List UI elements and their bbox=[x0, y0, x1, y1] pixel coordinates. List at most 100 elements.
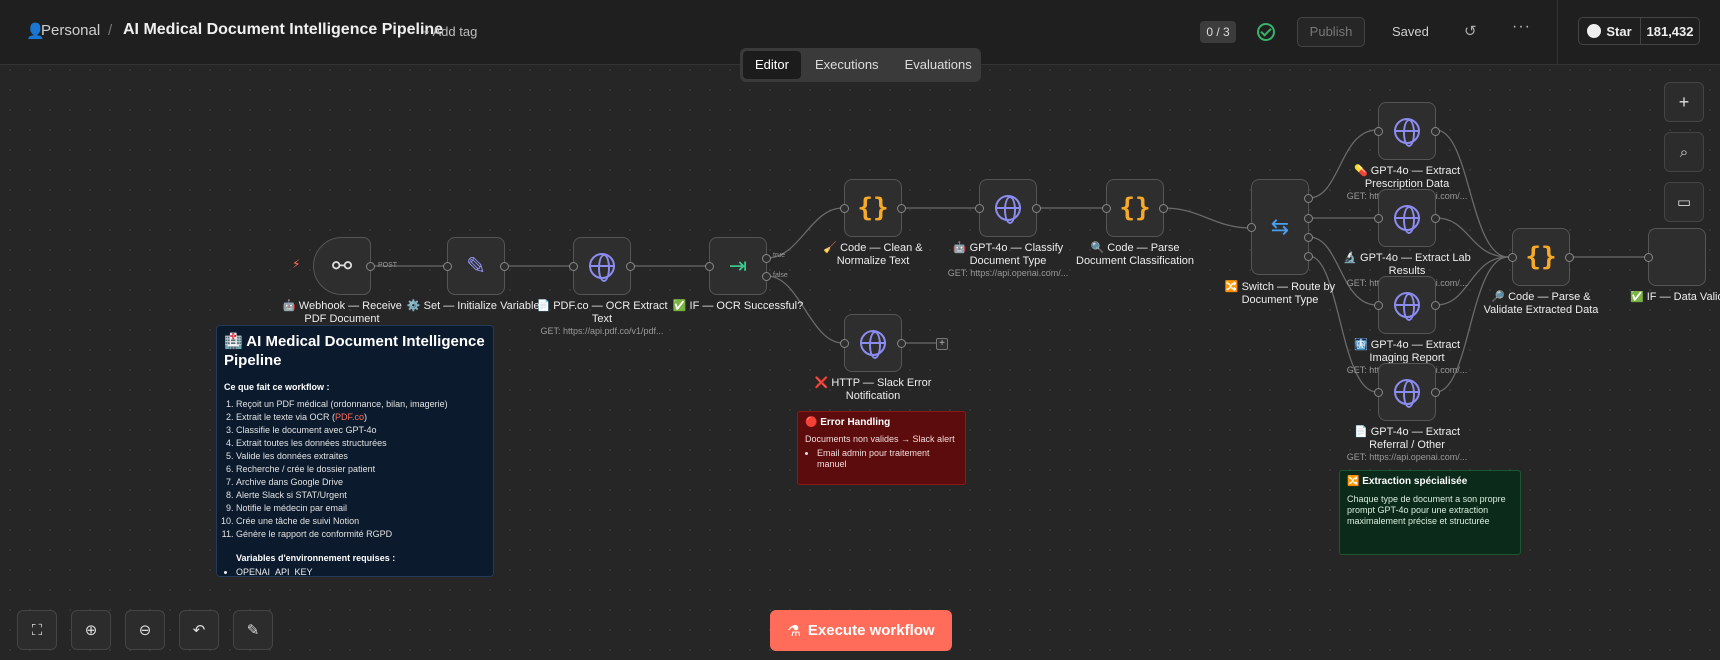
output-handle[interactable] bbox=[626, 262, 635, 271]
add-node-button[interactable]: + bbox=[1664, 82, 1704, 122]
execute-workflow-button[interactable]: ⚗ Execute workflow bbox=[770, 610, 952, 651]
node-label: 🔀 Switch — Route by Document Type bbox=[1224, 281, 1336, 306]
node-gpt-classify[interactable] bbox=[975, 179, 1041, 237]
output-handle[interactable] bbox=[366, 262, 375, 271]
input-handle[interactable] bbox=[443, 262, 452, 271]
tab-executions[interactable]: Executions bbox=[803, 51, 891, 79]
list-item: Reçoit un PDF médical (ordonnance, bilan… bbox=[236, 398, 486, 411]
input-handle[interactable] bbox=[1374, 214, 1383, 223]
output-handle[interactable] bbox=[1431, 301, 1440, 310]
output-handle[interactable] bbox=[1565, 253, 1574, 262]
sticky-note-error-handling[interactable]: 🔴 Error Handling Documents non valides →… bbox=[797, 411, 966, 485]
node-gpt-prescription[interactable] bbox=[1374, 102, 1440, 160]
node-label: ❌ HTTP — Slack Error Notification bbox=[814, 377, 932, 402]
node-set[interactable]: ✎ bbox=[443, 237, 509, 295]
output-handle-2[interactable] bbox=[1304, 233, 1313, 242]
input-handle[interactable] bbox=[1644, 253, 1653, 262]
sticky-title: 🔴 Error Handling bbox=[805, 417, 891, 428]
github-star-button[interactable]: Star 181,432 bbox=[1578, 17, 1700, 45]
history-icon[interactable]: ↺ bbox=[1464, 22, 1477, 40]
node-gpt-imaging[interactable] bbox=[1374, 276, 1440, 334]
input-handle[interactable] bbox=[1102, 204, 1111, 213]
node-label: 📄 PDF.co — OCR Extract Text bbox=[536, 300, 668, 325]
list-item: Notifie le médecin par email bbox=[236, 502, 486, 515]
fullscreen-icon: ⛶ bbox=[31, 621, 43, 639]
node-switch-route[interactable]: ⇆ bbox=[1247, 179, 1313, 275]
check-circle-icon[interactable] bbox=[1257, 23, 1275, 41]
node-label: 🤖 Webhook — Receive PDF Document bbox=[282, 300, 402, 325]
output-handle-3[interactable] bbox=[1304, 252, 1313, 261]
undo-button[interactable]: ↶ bbox=[179, 610, 219, 650]
input-handle[interactable] bbox=[840, 204, 849, 213]
workflow-title[interactable]: AI Medical Document Intelligence Pipelin… bbox=[123, 21, 443, 39]
node-http-slack-error[interactable] bbox=[840, 314, 906, 372]
node-pdfco-ocr[interactable] bbox=[569, 237, 635, 295]
input-handle[interactable] bbox=[1374, 388, 1383, 397]
list-item: Email admin pour traitement manuel bbox=[817, 448, 958, 470]
input-handle[interactable] bbox=[975, 204, 984, 213]
list-item: Classifie le document avec GPT-4o bbox=[236, 424, 486, 437]
globe-icon bbox=[1394, 118, 1420, 147]
sticky-note-button[interactable]: ▭ bbox=[1664, 182, 1704, 222]
output-handle[interactable] bbox=[500, 262, 509, 271]
tab-editor[interactable]: Editor bbox=[743, 51, 801, 79]
output-handle-0[interactable] bbox=[1304, 194, 1313, 203]
tidy-up-button[interactable]: ✎ bbox=[233, 610, 273, 650]
list-item: Recherche / crée le dossier patient bbox=[236, 463, 486, 476]
node-label: 🩻 GPT-4o — Extract Imaging Report bbox=[1354, 339, 1460, 364]
zoom-in-button[interactable]: ⊕ bbox=[71, 610, 111, 650]
output-handle[interactable] bbox=[1431, 214, 1440, 223]
node-code-parse-validate[interactable]: {} bbox=[1508, 228, 1574, 286]
output-handle[interactable] bbox=[1032, 204, 1041, 213]
output-handle[interactable] bbox=[1159, 204, 1168, 213]
counter-badge[interactable]: 0 / 3 bbox=[1200, 21, 1236, 43]
view-tabs: Editor Executions Evaluations bbox=[740, 48, 981, 82]
node-subtitle: GET: https://api.openai.com/... bbox=[1346, 452, 1468, 462]
env-list: OPENAI_API_KEY bbox=[224, 567, 486, 576]
search-nodes-button[interactable]: ⌕ bbox=[1664, 132, 1704, 172]
add-node-plus-icon[interactable]: + bbox=[936, 338, 948, 350]
add-tag-button[interactable]: + Add tag bbox=[422, 24, 477, 39]
node-webhook[interactable]: ⚯ bbox=[313, 237, 375, 295]
input-handle[interactable] bbox=[705, 262, 714, 271]
sticky-section-heading: Ce que fait ce workflow : bbox=[224, 382, 330, 392]
output-handle-false[interactable] bbox=[762, 272, 771, 281]
sticky-note-overview[interactable]: 🏥 AI Medical Document Intelligence Pipel… bbox=[216, 325, 494, 577]
node-if-ocr[interactable]: ⇥ bbox=[705, 237, 771, 295]
search-icon: ⌕ bbox=[1679, 143, 1689, 161]
pdfco-link[interactable]: PDF.co bbox=[335, 412, 364, 422]
input-handle[interactable] bbox=[1247, 223, 1256, 232]
undo-icon: ↶ bbox=[192, 622, 206, 639]
output-handle-true[interactable] bbox=[762, 254, 771, 263]
node-code-parse-classification[interactable]: {} bbox=[1102, 179, 1168, 237]
output-handle-1[interactable] bbox=[1304, 214, 1313, 223]
node-code-clean[interactable]: {} bbox=[840, 179, 906, 237]
more-options-icon[interactable]: ··· bbox=[1512, 18, 1531, 36]
fit-view-button[interactable]: ⛶ bbox=[17, 610, 57, 650]
globe-icon bbox=[589, 253, 615, 282]
node-if-data-valid[interactable] bbox=[1644, 228, 1706, 286]
output-handle[interactable] bbox=[1431, 127, 1440, 136]
input-handle[interactable] bbox=[1374, 301, 1383, 310]
publish-button[interactable]: Publish bbox=[1297, 17, 1365, 47]
input-handle[interactable] bbox=[569, 262, 578, 271]
output-handle[interactable] bbox=[1431, 388, 1440, 397]
list-item: Génère le rapport de conformité RGPD bbox=[236, 528, 486, 541]
output-handle[interactable] bbox=[897, 204, 906, 213]
sticky-note-extraction[interactable]: 🔀 Extraction spécialisée Chaque type de … bbox=[1339, 470, 1521, 555]
tab-evaluations[interactable]: Evaluations bbox=[893, 51, 984, 79]
pencil-icon: ✎ bbox=[465, 252, 487, 280]
input-handle[interactable] bbox=[1374, 127, 1383, 136]
list-item: Extrait toutes les données structurées bbox=[236, 437, 486, 450]
node-label: 💊 GPT-4o — Extract Prescription Data bbox=[1354, 165, 1460, 190]
node-label: 🔎 Code — Parse & Validate Extracted Data bbox=[1483, 291, 1599, 316]
input-handle[interactable] bbox=[1508, 253, 1517, 262]
workspace-breadcrumb[interactable]: Personal bbox=[41, 22, 100, 39]
input-handle[interactable] bbox=[840, 339, 849, 348]
saved-status[interactable]: Saved bbox=[1392, 24, 1429, 39]
output-handle[interactable] bbox=[897, 339, 906, 348]
zoom-out-button[interactable]: ⊖ bbox=[125, 610, 165, 650]
node-gpt-lab[interactable] bbox=[1374, 189, 1440, 247]
node-gpt-referral[interactable] bbox=[1374, 363, 1440, 421]
node-label: ✅ IF — Data Valid? bbox=[1630, 291, 1720, 303]
